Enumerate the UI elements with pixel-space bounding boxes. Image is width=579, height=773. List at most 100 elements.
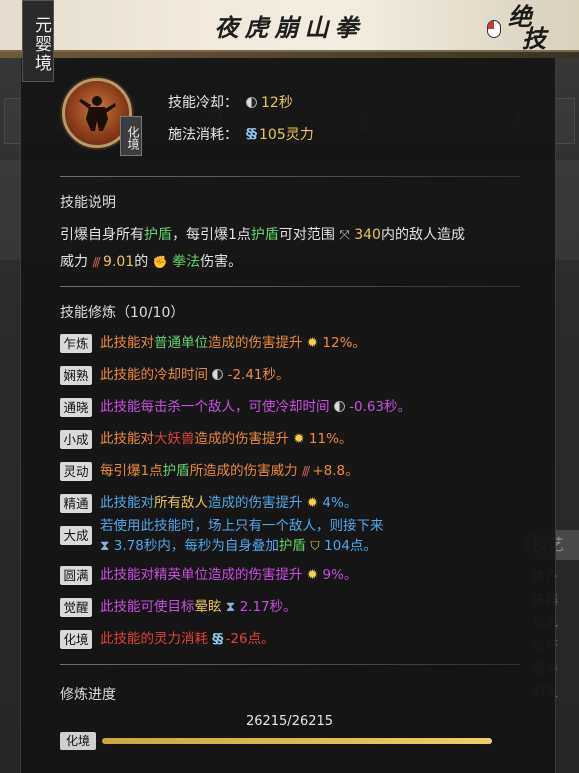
training-text-part: 每引爆1点	[100, 463, 163, 479]
desc-power-value: 9.01	[103, 254, 135, 270]
training-row: 觉醒 此技能可使目标晕眩 ⧗ 2.17秒。	[60, 598, 297, 617]
training-text: 此技能对大妖兽造成的伤害提升 ✹ 11%。	[100, 430, 352, 449]
training-value: 2.17秒。	[239, 599, 297, 615]
training-text-part: 此技能对	[100, 335, 154, 351]
training-value: 104点。	[324, 538, 377, 554]
training-text: 每引爆1点护盾所造成的伤害威力 /// +8.8。	[100, 462, 359, 481]
training-tag: 娴熟	[60, 366, 92, 385]
sun-icon: ✹	[306, 335, 319, 351]
progress-bar	[102, 738, 492, 744]
training-text-part: 此技能可使目标	[100, 599, 195, 615]
desc-text: 的	[134, 254, 149, 270]
spirit-power-icon: §§	[246, 126, 257, 142]
cost-value: 105灵力	[259, 127, 314, 143]
desc-shield: 护盾	[144, 227, 172, 243]
training-row: 化境 此技能的灵力消耗 §§ -26点。	[60, 630, 275, 649]
claw-power-icon: ///	[301, 464, 310, 478]
training-value: -0.63秒。	[349, 399, 412, 415]
training-tag: 灵动	[60, 462, 92, 481]
training-highlight: 所有敌人	[154, 495, 208, 511]
training-text: 此技能对普通单位造成的伤害提升 ✹ 12%。	[100, 334, 366, 353]
realm-tag: 元婴境	[22, 0, 54, 82]
training-title: 技能修炼（10/10）	[60, 305, 185, 321]
cost-value-wrap: §§ 105灵力	[246, 124, 314, 144]
training-text-part: 此技能的灵力消耗	[100, 631, 208, 647]
skill-icon-container: 化境	[62, 78, 142, 156]
training-text: 此技能对所有敌人造成的伤害提升 ✹ 4%。	[100, 494, 357, 513]
training-value: 11%。	[308, 431, 353, 447]
training-value: 12%。	[322, 335, 366, 351]
divider	[60, 176, 520, 177]
skill-description: 引爆自身所有护盾，每引爆1点护盾可对范围 ⤧ 340内的敌人造成 威力 /// …	[60, 222, 530, 276]
claw-power-icon: ///	[92, 255, 100, 269]
training-row: 乍炼 此技能对普通单位造成的伤害提升 ✹ 12%。	[60, 334, 366, 353]
training-text-part: 此技能对	[100, 431, 154, 447]
description-title: 技能说明	[60, 195, 116, 211]
hourglass-icon: ⧗	[225, 599, 236, 615]
training-tag: 精通	[60, 494, 92, 513]
ultimate-badge-char2: 技	[522, 24, 546, 53]
training-text: 若使用此技能时，场上只有一个敌人，则接下来 ⧗ 3.78秒内，每秒为自身叠加护盾 …	[100, 516, 384, 556]
spirit-power-icon: §§	[212, 632, 223, 647]
progress-label: 修炼进度	[60, 687, 116, 703]
training-tag: 大成	[60, 526, 92, 545]
training-text-part: 此技能的冷却时间	[100, 367, 208, 383]
cooldown-icon	[246, 96, 257, 108]
training-highlight: 大妖兽	[154, 431, 195, 447]
training-value: 9%。	[322, 567, 358, 583]
cooldown-label: 技能冷却：	[168, 95, 238, 111]
training-tag: 圆满	[60, 566, 92, 585]
training-tag: 通晓	[60, 398, 92, 417]
shield-icon: ⛉	[310, 538, 320, 554]
training-row: 大成 若使用此技能时，场上只有一个敌人，则接下来 ⧗ 3.78秒内，每秒为自身叠加…	[60, 516, 384, 556]
cooldown-icon	[333, 401, 345, 412]
desc-text: 威力	[60, 254, 88, 270]
desc-range-value: 340	[354, 227, 381, 243]
desc-text: 可对范围	[278, 227, 335, 243]
training-highlight: 晕眩	[194, 599, 222, 615]
hourglass-icon: ⧗	[100, 538, 110, 554]
desc-fist-art: 拳法	[172, 254, 201, 270]
fist-icon: ✊	[152, 255, 168, 269]
training-tag: 化境	[60, 630, 92, 649]
training-text: 此技能的冷却时间 -2.41秒。	[100, 366, 290, 385]
training-text-part: 此技能对	[100, 495, 154, 511]
progress-value: 26215/26215	[245, 714, 334, 729]
desc-shield: 护盾	[250, 227, 279, 243]
training-highlight: 护盾	[162, 463, 190, 479]
training-text-part: 造成的伤害提升	[194, 431, 290, 447]
sun-icon: ✹	[293, 431, 305, 447]
training-row: 娴熟 此技能的冷却时间 -2.41秒。	[60, 366, 290, 385]
training-row: 小成 此技能对大妖兽造成的伤害提升 ✹ 11%。	[60, 430, 352, 449]
cost-label: 施法消耗：	[168, 127, 238, 143]
training-text-part: 此技能每击杀一个敌人，可使冷却时间	[100, 399, 330, 415]
cooldown-value-wrap: 12秒	[246, 92, 293, 112]
desc-text: 引爆自身所有	[60, 227, 144, 243]
progress-bar-fill	[102, 738, 492, 744]
desc-text: 伤害。	[200, 254, 243, 270]
training-row: 圆满 此技能对精英单位造成的伤害提升 ✹ 9%。	[60, 566, 357, 585]
mouse-left-click-icon	[487, 20, 501, 38]
cooldown-row: 技能冷却： 12秒	[168, 92, 293, 112]
training-highlight: 护盾	[278, 538, 306, 554]
desc-text: ，每引爆1点	[172, 227, 251, 243]
training-value: -26点。	[225, 631, 275, 647]
training-text-part: 若使用此技能时，场上只有一个敌人，则接下来	[100, 518, 384, 534]
sun-icon: ✹	[306, 567, 319, 583]
divider	[60, 664, 520, 665]
training-tag: 觉醒	[60, 598, 92, 617]
cost-row: 施法消耗： §§ 105灵力	[168, 124, 314, 144]
cooldown-icon	[212, 369, 224, 380]
training-value: +8.8。	[312, 463, 359, 479]
training-value: 4%。	[322, 495, 358, 511]
training-text-part: 造成的伤害提升	[208, 495, 303, 511]
desc-text: 内的敌人造成	[380, 227, 465, 243]
training-text: 此技能对精英单位造成的伤害提升 ✹ 9%。	[100, 566, 357, 585]
training-text-part: 内，每秒为自身叠加	[157, 538, 279, 554]
ultimate-badge: 绝 技	[508, 5, 546, 53]
training-duration: 3.78秒	[113, 538, 158, 554]
evolution-tag: 化境	[120, 116, 142, 156]
sun-icon: ✹	[306, 495, 319, 511]
training-highlight: 普通单位	[154, 335, 208, 351]
training-row: 精通 此技能对所有敌人造成的伤害提升 ✹ 4%。	[60, 494, 357, 513]
